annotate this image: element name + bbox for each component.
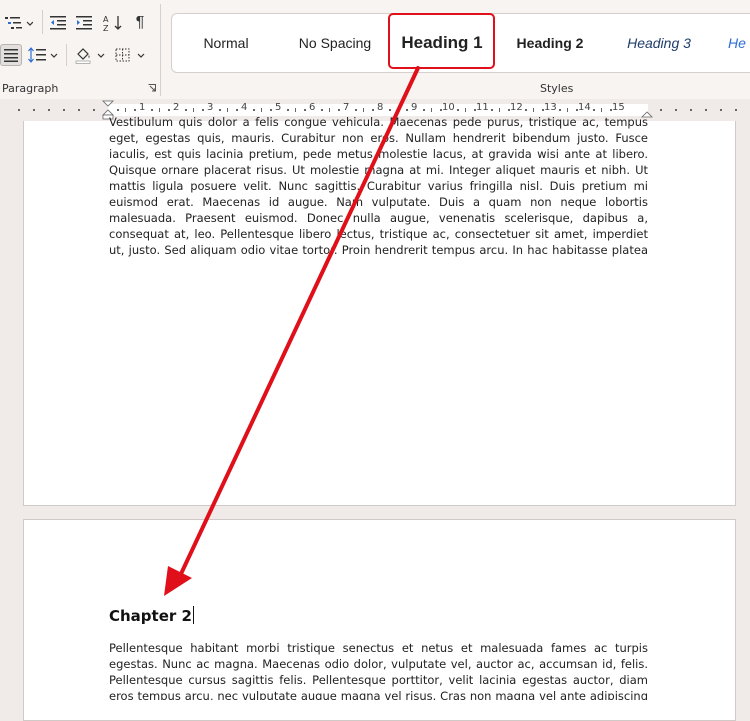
annotation-arrow-icon	[164, 66, 420, 596]
